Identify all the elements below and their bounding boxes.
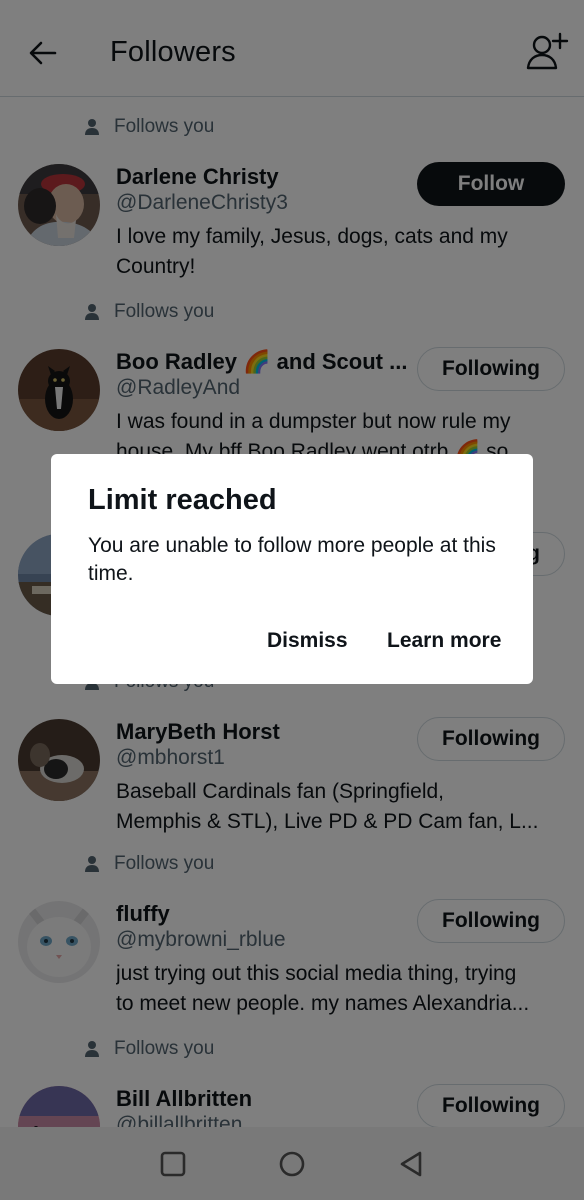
limit-reached-dialog: Limit reached You are unable to follow m… (51, 454, 533, 684)
dialog-title: Limit reached (88, 484, 277, 516)
learn-more-button[interactable]: Learn more (387, 629, 501, 653)
dismiss-button[interactable]: Dismiss (267, 629, 348, 653)
dialog-message: You are unable to follow more people at … (88, 534, 496, 585)
